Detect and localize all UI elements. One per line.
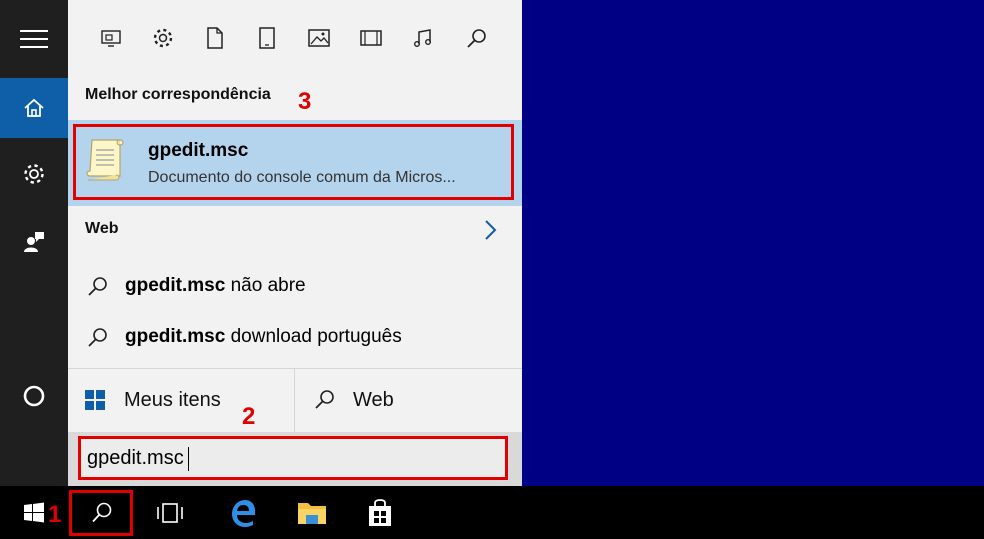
web-suggestion-rest: download português: [225, 326, 402, 347]
start-left-rail: [0, 0, 68, 486]
hamburger-menu-icon: [20, 30, 48, 48]
web-suggestion-text: gpedit.msc não abre: [125, 275, 306, 297]
annotation-number-2: 2: [242, 403, 256, 430]
task-view-icon: [157, 502, 183, 523]
windows-logo-icon: [24, 502, 44, 522]
store-button[interactable]: [360, 486, 400, 539]
web-suggestion-text: gpedit.msc download português: [125, 326, 402, 348]
annotation-number-1: 1: [48, 501, 62, 528]
feedback-icon: [24, 232, 44, 252]
feedback-button[interactable]: [0, 214, 68, 270]
hamburger-menu-button[interactable]: [0, 0, 68, 78]
home-icon: [24, 98, 44, 117]
web-suggestion-item[interactable]: gpedit.msc não abre: [68, 261, 522, 311]
filter-photos-button[interactable]: [306, 25, 332, 51]
annotation-box-search-button: [69, 490, 133, 536]
start-button[interactable]: [18, 486, 50, 539]
edge-browser-button[interactable]: [222, 486, 262, 539]
annotation-number-3: 3: [298, 88, 312, 115]
search-icon: [88, 277, 107, 296]
tablet-icon: [259, 27, 275, 49]
settings-button[interactable]: [0, 146, 68, 202]
settings-icon: [153, 28, 173, 48]
search-icon: [315, 390, 334, 409]
file-explorer-icon: [298, 502, 326, 524]
filter-videos-button[interactable]: [358, 25, 384, 51]
apps-icon: [101, 30, 121, 47]
my-stuff-button[interactable]: Meus itens: [68, 368, 294, 432]
search-icon: [88, 328, 107, 347]
cortana-icon: [23, 385, 45, 407]
best-match-header: Melhor correspondência: [85, 86, 271, 103]
my-stuff-label: Meus itens: [124, 388, 221, 411]
filter-bar: [68, 0, 522, 78]
music-icon: [414, 29, 431, 47]
file-explorer-button[interactable]: [292, 486, 332, 539]
videos-icon: [360, 30, 382, 46]
chevron-right-icon[interactable]: [480, 218, 500, 242]
text-caret: [188, 447, 189, 471]
task-view-button[interactable]: [150, 486, 190, 539]
annotation-box-best-match: [73, 124, 514, 200]
web-suggestion-bold: gpedit.msc: [125, 326, 226, 347]
web-scope-label: Web: [353, 388, 394, 411]
settings-icon: [24, 164, 44, 184]
web-suggestion-item[interactable]: gpedit.msc download português: [68, 312, 522, 362]
photos-icon: [308, 29, 330, 47]
windows-logo-icon: [85, 390, 105, 410]
filter-web-search-button[interactable]: [464, 25, 490, 51]
search-icon: [467, 29, 486, 48]
filter-tablet-button[interactable]: [254, 25, 280, 51]
edge-icon: [232, 499, 255, 527]
home-button[interactable]: [0, 78, 68, 138]
taskbar: [0, 486, 984, 539]
filter-documents-button[interactable]: [202, 25, 228, 51]
filter-settings-button[interactable]: [150, 25, 176, 51]
document-icon: [207, 27, 223, 49]
filter-music-button[interactable]: [410, 25, 436, 51]
cortana-button[interactable]: [0, 368, 68, 424]
web-suggestion-bold: gpedit.msc: [125, 275, 226, 296]
web-scope-button[interactable]: Web: [295, 368, 522, 432]
web-suggestion-rest: não abre: [225, 275, 306, 296]
search-input[interactable]: [78, 436, 508, 480]
web-header: Web: [85, 220, 119, 237]
filter-apps-button[interactable]: [98, 25, 124, 51]
store-icon: [369, 498, 391, 526]
